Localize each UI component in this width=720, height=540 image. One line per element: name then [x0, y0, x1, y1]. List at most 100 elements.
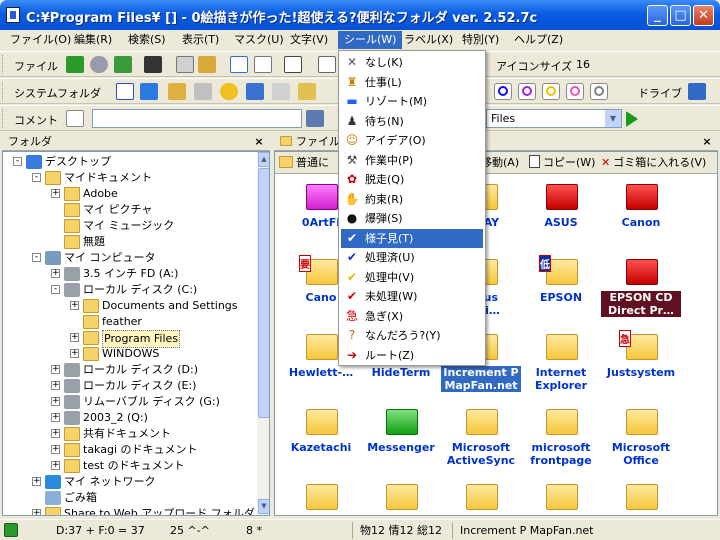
- expand-icon[interactable]: +: [51, 397, 60, 406]
- folder-pane-close-icon[interactable]: ×: [252, 134, 266, 149]
- expand-icon[interactable]: +: [70, 333, 79, 342]
- seal-menu-item[interactable]: ✕ なし(K): [341, 53, 483, 72]
- film-icon[interactable]: [144, 56, 162, 73]
- collapse-icon[interactable]: -: [13, 157, 22, 166]
- file-pane-close-icon[interactable]: ×: [700, 134, 714, 149]
- trash-button[interactable]: ✕ ゴミ箱に入れる(V): [601, 155, 706, 171]
- collapse-icon[interactable]: -: [32, 253, 41, 262]
- color-label-0-icon[interactable]: [494, 83, 512, 100]
- seal-menu-item[interactable]: ● 爆弾(S): [341, 209, 483, 228]
- expand-icon[interactable]: +: [51, 269, 60, 278]
- expand-icon[interactable]: +: [51, 461, 60, 470]
- menu-item-1[interactable]: 編集(R): [68, 31, 118, 49]
- file-item[interactable]: [521, 478, 601, 515]
- expand-icon[interactable]: +: [70, 349, 79, 358]
- star-icon[interactable]: [220, 83, 238, 100]
- expand-icon[interactable]: +: [51, 429, 60, 438]
- expand-icon[interactable]: +: [51, 189, 60, 198]
- file-item[interactable]: [441, 478, 521, 515]
- printer-icon[interactable]: [194, 83, 212, 100]
- color-label-3-icon[interactable]: [566, 83, 584, 100]
- color-label-1-icon[interactable]: [518, 83, 536, 100]
- view-button[interactable]: 普通に: [279, 155, 329, 171]
- close-button[interactable]: ✕: [693, 5, 714, 26]
- toolbar-grip[interactable]: [2, 55, 5, 74]
- menu-item-7[interactable]: ラベル(X): [398, 31, 459, 49]
- expand-icon[interactable]: +: [32, 509, 41, 515]
- menu-item-2[interactable]: 検索(S): [122, 31, 172, 49]
- view-mode-icon[interactable]: [284, 56, 302, 73]
- grid-icon[interactable]: [318, 56, 336, 73]
- seal-menu-item[interactable]: ✋ 約束(R): [341, 190, 483, 209]
- menu-item-0[interactable]: ファイル(O): [4, 31, 77, 49]
- comment-input[interactable]: [92, 109, 302, 128]
- chevron-down-icon[interactable]: ▼: [605, 110, 621, 127]
- file-item[interactable]: microsoft frontpage: [521, 403, 601, 477]
- seal-menu-item[interactable]: ☺ アイデア(O): [341, 131, 483, 150]
- file-item[interactable]: Canon: [601, 178, 681, 252]
- seal-menu-item[interactable]: ➔ ルート(Z): [341, 346, 483, 365]
- expand-icon[interactable]: +: [51, 381, 60, 390]
- file-item[interactable]: EPSON CD Direct Pr…: [601, 253, 681, 327]
- title-bar[interactable]: C:¥Program Files¥ [] - 0絵描きが作った!超使える?便利な…: [0, 0, 720, 30]
- expand-icon[interactable]: +: [70, 301, 79, 310]
- move-button[interactable]: 移動(A): [481, 155, 519, 171]
- expand-icon[interactable]: +: [32, 477, 41, 486]
- collapse-icon[interactable]: -: [32, 173, 41, 182]
- back-icon[interactable]: [66, 56, 84, 73]
- app-icon[interactable]: [6, 7, 20, 23]
- file-item[interactable]: [601, 478, 681, 515]
- toolbar-grip[interactable]: [2, 82, 5, 101]
- file-item[interactable]: [361, 478, 441, 515]
- menu-item-5[interactable]: 文字(V): [284, 31, 334, 49]
- menu-item-4[interactable]: マスク(U): [228, 31, 290, 49]
- refresh-icon[interactable]: [114, 56, 132, 73]
- copy-button[interactable]: コピー(W): [529, 155, 595, 171]
- select-icon[interactable]: [230, 56, 248, 73]
- file-item[interactable]: Microsoft Office: [601, 403, 681, 477]
- history-icon[interactable]: [90, 56, 108, 73]
- color-label-2-icon[interactable]: [542, 83, 560, 100]
- color-label-4-icon[interactable]: [590, 83, 608, 100]
- seal-menu-item[interactable]: ♟ 待ち(N): [341, 112, 483, 131]
- favorites-icon[interactable]: [298, 83, 316, 100]
- file-item[interactable]: Internet Explorer: [521, 328, 601, 402]
- seal-menu-item[interactable]: ▬ リゾート(M): [341, 92, 483, 111]
- seal-menu-item[interactable]: 急急ぎ(X): [341, 307, 483, 326]
- menu-item-6[interactable]: シール(W): [338, 31, 403, 49]
- scroll-up-icon[interactable]: ▲: [258, 152, 269, 167]
- seal-menu-item[interactable]: ? なんだろう?(Y): [341, 326, 483, 345]
- seal-menu-item[interactable]: ✔ 処理済(U): [341, 248, 483, 267]
- seal-menu-item[interactable]: ⚒ 作業中(P): [341, 151, 483, 170]
- menu-item-8[interactable]: 特別(Y): [456, 31, 505, 49]
- search-icon[interactable]: [176, 56, 194, 73]
- find-folder-icon[interactable]: [198, 56, 216, 73]
- file-item[interactable]: 低 EPSON: [521, 253, 601, 327]
- expand-icon[interactable]: +: [51, 413, 60, 422]
- file-item[interactable]: Kazetachi: [281, 403, 361, 477]
- drive-icon[interactable]: [688, 83, 706, 100]
- seal-menu-item[interactable]: ✔ 処理中(V): [341, 268, 483, 287]
- scroll-thumb[interactable]: [258, 168, 269, 418]
- seal-menu-item[interactable]: ✿ 脱走(Q): [341, 170, 483, 189]
- file-item[interactable]: 急 Justsystem: [601, 328, 681, 402]
- control-panel-icon[interactable]: [246, 83, 264, 100]
- menu-item-9[interactable]: ヘルプ(Z): [508, 31, 569, 49]
- ie-icon[interactable]: [140, 83, 158, 100]
- file-item[interactable]: Microsoft ActiveSync: [441, 403, 521, 477]
- toolbar-grip[interactable]: [2, 109, 5, 128]
- folder-tree[interactable]: - デスクトップ - マイドキュメント + Adobe マイ ピクチャ マイ ミュージック 無題…: [2, 151, 270, 516]
- document-icon[interactable]: [116, 83, 134, 100]
- maximize-button[interactable]: □: [670, 5, 691, 26]
- path-combo[interactable]: Files ▼: [486, 109, 622, 128]
- comment-icon[interactable]: [66, 110, 84, 127]
- file-item[interactable]: Messenger: [361, 403, 441, 477]
- expand-icon[interactable]: +: [51, 365, 60, 374]
- minimize-button[interactable]: _: [647, 5, 668, 26]
- collapse-icon[interactable]: -: [51, 285, 60, 294]
- seal-menu-item[interactable]: ♜ 仕事(L): [341, 73, 483, 92]
- calendar-icon[interactable]: [168, 83, 186, 100]
- menu-item-3[interactable]: 表示(T): [176, 31, 225, 49]
- seal-menu-item[interactable]: ✔ 未処理(W): [341, 287, 483, 306]
- file-item[interactable]: ASUS: [521, 178, 601, 252]
